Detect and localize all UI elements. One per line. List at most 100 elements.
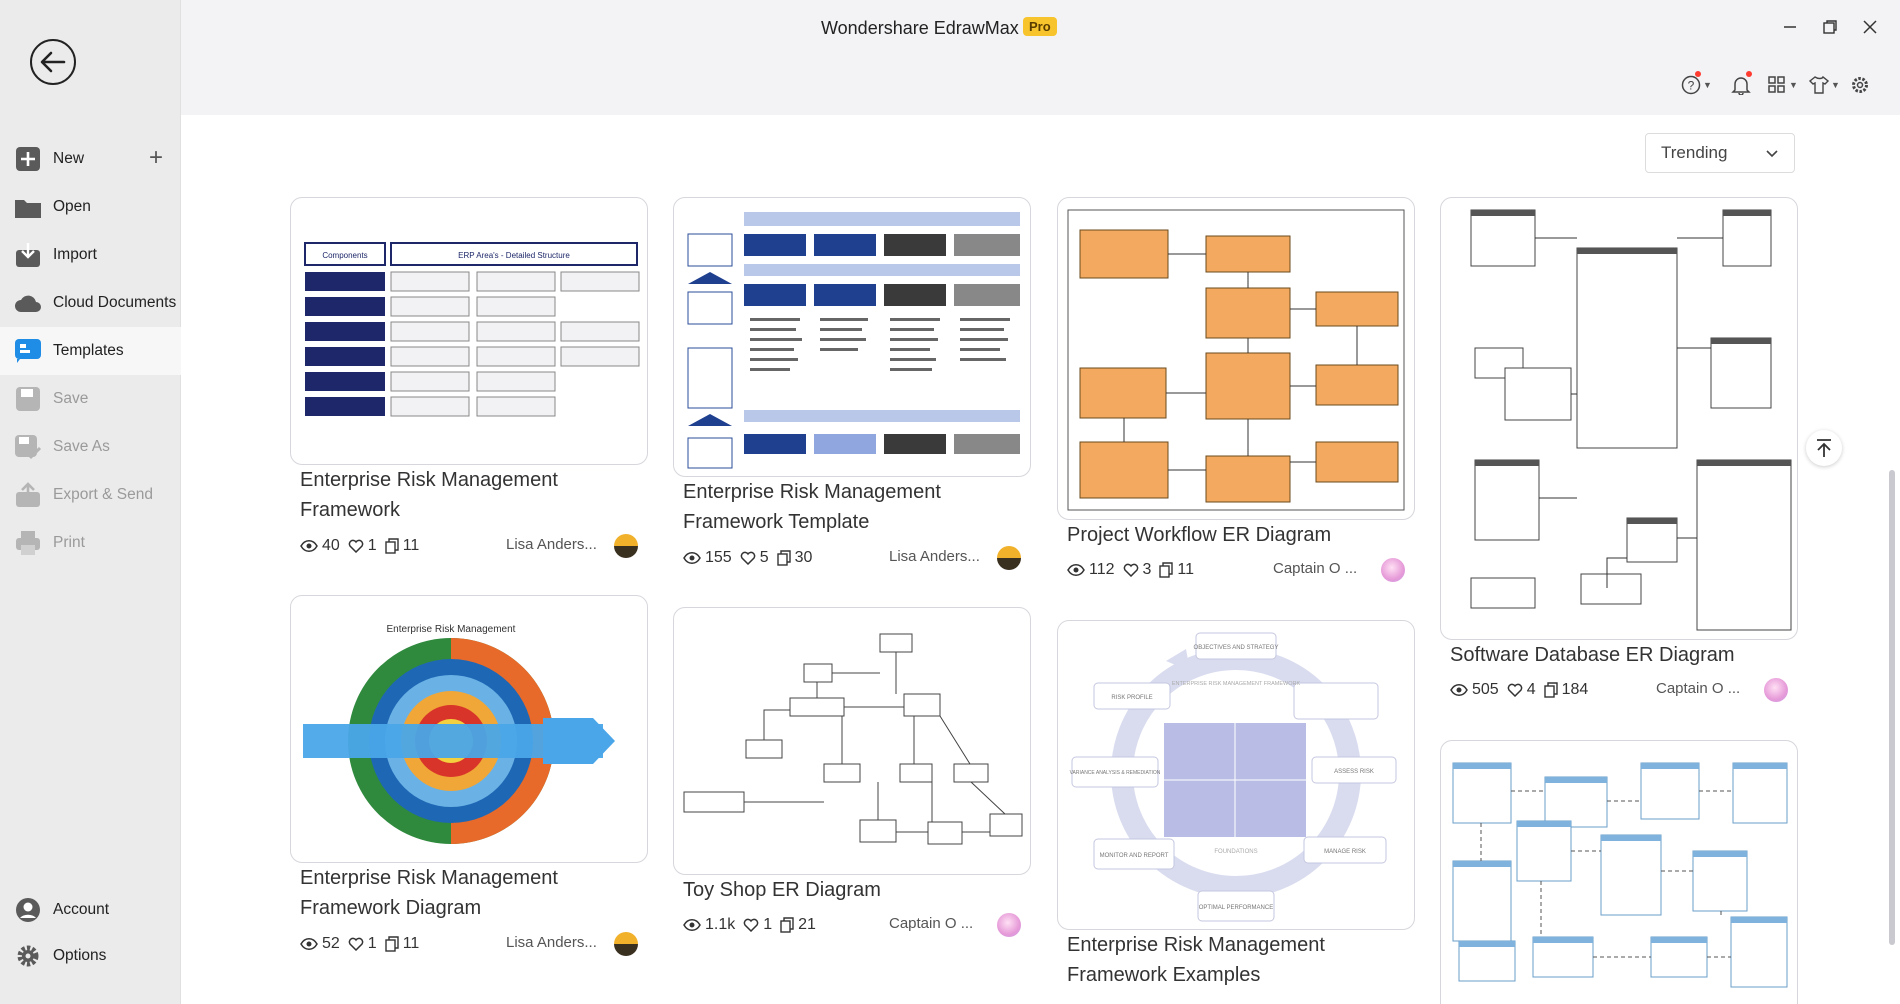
template-thumbnail — [1440, 197, 1798, 640]
copy-icon — [385, 538, 399, 554]
card-stats: 40 1 11 — [300, 536, 427, 556]
template-card[interactable] — [1440, 740, 1798, 1004]
back-to-top-button[interactable] — [1806, 430, 1842, 466]
eye-icon — [683, 552, 701, 564]
view-count: 112 — [1089, 561, 1115, 578]
sidebar-item-new[interactable]: New + — [0, 135, 181, 183]
notification-button[interactable] — [1731, 71, 1752, 97]
template-card[interactable]: Project Workflow ER Diagram 112 3 11 Cap… — [1057, 197, 1415, 587]
card-stats: 52 1 11 — [300, 934, 427, 954]
eye-icon — [300, 938, 318, 950]
sidebar-item-export[interactable]: Export & Send — [0, 471, 181, 519]
sidebar-item-label: Options — [53, 947, 107, 964]
card-stats: 112 3 11 — [1067, 560, 1202, 580]
sidebar-item-open[interactable]: Open — [0, 183, 181, 231]
template-card[interactable]: OBJECTIVES AND STRATEGY RISK PROFILE ASS… — [1057, 620, 1415, 1004]
author-name[interactable]: Captain O ... — [1273, 560, 1357, 577]
sidebar-item-print[interactable]: Print — [0, 519, 181, 567]
print-icon — [14, 529, 42, 557]
thumb-components-text: Components — [322, 251, 367, 260]
copy-count: 30 — [794, 549, 813, 566]
sidebar-item-account[interactable]: Account — [0, 886, 181, 934]
copy-icon — [1543, 682, 1558, 698]
copy-icon — [776, 550, 791, 566]
app-title: Wondershare EdrawMax — [821, 18, 1019, 38]
copy-count: 21 — [798, 916, 816, 933]
heart-icon — [1507, 683, 1522, 697]
export-icon — [14, 481, 42, 509]
template-card[interactable]: Toy Shop ER Diagram 1.1k 1 21 Captain O … — [673, 607, 1031, 947]
card-title: Enterprise Risk Management Framework Dia… — [300, 867, 558, 919]
author-name[interactable]: Captain O ... — [1656, 680, 1740, 697]
template-card[interactable]: Enterprise Risk Management Framework Tem… — [673, 197, 1031, 572]
copy-count: 184 — [1561, 681, 1589, 698]
shirt-icon — [1809, 75, 1829, 94]
skin-button[interactable]: ▼ — [1809, 73, 1840, 97]
account-icon — [14, 896, 42, 924]
author-avatar[interactable] — [1381, 558, 1405, 582]
minimize-button[interactable] — [1777, 14, 1803, 40]
sidebar-item-label: New — [53, 150, 85, 167]
author-avatar[interactable] — [614, 534, 638, 558]
save-icon — [14, 385, 42, 413]
sidebar-item-label: Import — [53, 246, 97, 263]
view-count: 155 — [705, 549, 732, 566]
thumb-text: RISK PROFILE — [1111, 695, 1152, 701]
title-bar: Wondershare EdrawMax Pro ? ▼ ▼ ▼ — [181, 0, 1900, 115]
import-icon — [14, 241, 42, 269]
close-button[interactable] — [1857, 14, 1883, 40]
author-name[interactable]: Lisa Anders... — [506, 934, 597, 951]
apps-button[interactable]: ▼ — [1767, 73, 1798, 97]
card-title: Enterprise Risk Management Framework Exa… — [1067, 934, 1325, 986]
template-card[interactable]: Components ERP Area's - Detailed Structu… — [290, 197, 648, 562]
heart-icon — [740, 551, 755, 565]
copy-count: 11 — [402, 537, 420, 554]
card-title: Project Workflow ER Diagram — [1067, 524, 1332, 546]
view-count: 40 — [322, 537, 340, 554]
sidebar-item-label: Cloud Documents — [53, 294, 177, 311]
sidebar-item-label: Export & Send — [53, 486, 153, 503]
author-name[interactable]: Lisa Anders... — [889, 548, 980, 565]
vertical-scrollbar[interactable] — [1889, 470, 1895, 945]
arrow-left-icon — [40, 51, 66, 73]
like-count: 1 — [367, 935, 377, 952]
sidebar-item-label: Print — [53, 534, 85, 551]
template-card[interactable]: Software Database ER Diagram 505 4 184 C… — [1440, 197, 1798, 707]
close-icon — [1863, 20, 1877, 34]
gear-icon — [14, 942, 42, 970]
sidebar: New + Open Import Cloud Documents Templa… — [0, 0, 181, 1004]
back-button[interactable] — [30, 39, 76, 85]
sidebar-item-templates[interactable]: Templates — [0, 327, 181, 375]
view-count: 505 — [1472, 681, 1499, 698]
sidebar-item-label: Save — [53, 390, 89, 407]
card-title: Enterprise Risk Management Framework Tem… — [683, 481, 941, 533]
sidebar-item-label: Save As — [53, 438, 110, 455]
help-icon: ? — [1681, 75, 1701, 95]
sidebar-item-save[interactable]: Save — [0, 375, 181, 423]
plus-square-icon — [14, 145, 42, 173]
help-button[interactable]: ? ▼ — [1681, 71, 1712, 97]
card-title: Toy Shop ER Diagram — [683, 879, 881, 901]
author-name[interactable]: Lisa Anders... — [506, 536, 597, 553]
sort-dropdown[interactable]: Trending — [1645, 133, 1795, 173]
author-avatar[interactable] — [997, 546, 1021, 570]
author-avatar[interactable] — [614, 932, 638, 956]
template-card[interactable]: Enterprise Risk Management Enterprise Ri… — [290, 595, 648, 965]
author-name[interactable]: Captain O ... — [889, 915, 973, 932]
eye-icon — [1450, 684, 1468, 696]
sidebar-item-cloud[interactable]: Cloud Documents — [0, 279, 181, 327]
settings-button[interactable] — [1850, 73, 1870, 97]
sidebar-item-label: Account — [53, 901, 110, 918]
template-thumbnail — [1057, 197, 1415, 520]
template-thumbnail — [673, 607, 1031, 875]
like-count: 1 — [367, 537, 377, 554]
new-plus-icon[interactable]: + — [149, 146, 163, 170]
sidebar-item-import[interactable]: Import — [0, 231, 181, 279]
sort-selected-label: Trending — [1661, 143, 1728, 162]
author-avatar[interactable] — [997, 913, 1021, 937]
author-avatar[interactable] — [1764, 678, 1788, 702]
sidebar-item-options[interactable]: Options — [0, 932, 181, 980]
sidebar-item-save-as[interactable]: Save As — [0, 423, 181, 471]
save-as-icon — [14, 433, 42, 461]
restore-button[interactable] — [1817, 14, 1843, 40]
